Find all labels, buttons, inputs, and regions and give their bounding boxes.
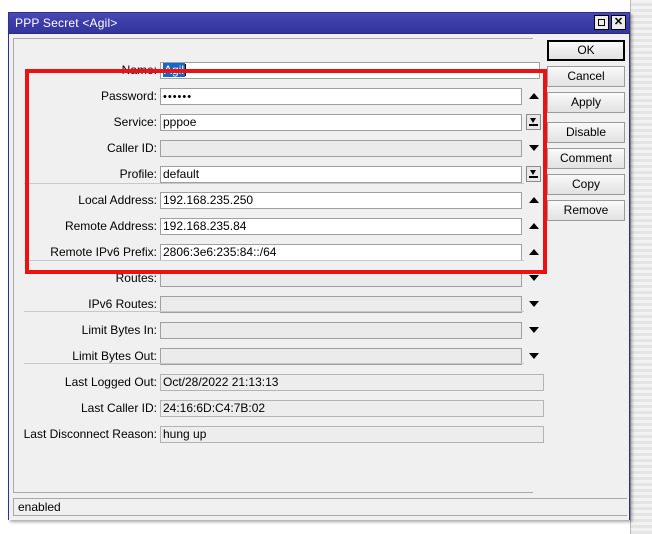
form-row: Remote IPv6 Prefix: 2806:3e6:235:84::/64 [14, 243, 539, 261]
chevron-up-icon[interactable] [527, 89, 540, 102]
field-label: Name: [121, 63, 157, 77]
field-input[interactable] [160, 321, 522, 339]
selected-text: Agil [163, 62, 186, 77]
field-label: Profile: [119, 167, 157, 181]
text-caret [185, 63, 187, 76]
field-input[interactable] [160, 347, 522, 365]
field-input[interactable] [160, 139, 522, 157]
field-value: pppoe [163, 114, 197, 129]
field-label: Password: [100, 89, 157, 103]
field-input[interactable]: 192.168.235.250 [160, 191, 522, 209]
field-label: Last Disconnect Reason: [23, 427, 157, 441]
triangle-glyph [528, 92, 539, 99]
field-label: Service: [113, 115, 157, 129]
triangle-glyph [528, 196, 539, 203]
desktop-strip-right [630, 0, 652, 534]
field-value: •••••• [163, 90, 193, 103]
chevron-up-icon[interactable] [527, 193, 540, 206]
form-row: Name: Agil [14, 61, 540, 79]
field-label: Routes: [115, 271, 157, 285]
separator-2 [24, 260, 524, 261]
field-input[interactable]: 2806:3e6:235:84::/64 [160, 243, 522, 261]
field-label: Last Logged Out: [64, 375, 157, 389]
triangle-glyph [528, 248, 539, 255]
field-value: 192.168.235.84 [163, 218, 247, 233]
ppp-secret-dialog: PPP Secret <Agil> ✕ Name: Agil Password: ••… [8, 12, 630, 520]
triangle-glyph [528, 352, 539, 359]
field-value: default [163, 166, 200, 181]
field-input: hung up [160, 425, 544, 443]
form-row: Caller ID: [14, 139, 539, 157]
chevron-down-icon[interactable] [527, 297, 540, 310]
separator-4 [24, 363, 524, 364]
field-input[interactable]: default [160, 165, 522, 183]
triangle-glyph [528, 326, 539, 333]
form-row: Last Logged Out: Oct/28/2022 21:13:13 [14, 373, 544, 391]
maximize-square-glyph [598, 19, 605, 26]
triangle-glyph [528, 274, 539, 281]
form-row: Service: pppoe [14, 113, 541, 131]
field-input[interactable]: •••••• [160, 87, 522, 105]
chevron-down-icon[interactable] [527, 349, 540, 362]
field-input: 24:16:6D:C4:7B:02 [160, 399, 544, 417]
separator-3 [24, 311, 524, 312]
form-row: Password: •••••• [14, 87, 539, 105]
field-input[interactable] [160, 269, 522, 287]
form-row: Profile: default [14, 165, 541, 183]
form-panel: Name: Agil Password: •••••• Service: pppoe Cal… [13, 38, 544, 493]
triangle-glyph [528, 222, 539, 229]
form-row: Last Caller ID: 24:16:6D:C4:7B:02 [14, 399, 544, 417]
dropdown-button[interactable] [526, 114, 541, 130]
chevron-up-icon[interactable] [527, 219, 540, 232]
field-label: Last Caller ID: [80, 401, 157, 415]
ok-button[interactable]: OK [547, 40, 625, 61]
comment-button[interactable]: Comment [547, 148, 625, 169]
title-bar-buttons: ✕ [594, 15, 626, 30]
field-input[interactable]: Agil [160, 61, 540, 79]
status-bar: enabled [13, 498, 627, 516]
chevron-up-icon[interactable] [527, 245, 540, 258]
chevron-down-bar-icon [529, 169, 538, 179]
chevron-down-bar-icon [529, 117, 538, 127]
separator-1 [24, 183, 524, 184]
field-input[interactable] [160, 295, 522, 313]
field-input: Oct/28/2022 21:13:13 [160, 373, 544, 391]
field-value: 192.168.235.250 [163, 192, 254, 207]
chevron-down-icon[interactable] [527, 141, 540, 154]
remove-button[interactable]: Remove [547, 200, 625, 221]
form-row: Remote Address: 192.168.235.84 [14, 217, 539, 235]
field-value: 24:16:6D:C4:7B:02 [163, 400, 266, 415]
field-label: Remote Address: [64, 219, 157, 233]
close-x-glyph: ✕ [613, 16, 624, 28]
triangle-glyph [528, 144, 539, 151]
chevron-down-icon[interactable] [527, 271, 540, 284]
field-input[interactable]: 192.168.235.84 [160, 217, 522, 235]
maximize-icon[interactable] [594, 15, 609, 30]
field-input[interactable]: pppoe [160, 113, 522, 131]
close-icon[interactable]: ✕ [611, 15, 626, 30]
field-label: Limit Bytes In: [81, 323, 157, 337]
apply-button[interactable]: Apply [547, 92, 625, 113]
window-title: PPP Secret <Agil> [15, 16, 118, 30]
field-value: Oct/28/2022 21:13:13 [163, 374, 279, 389]
form-row: Local Address: 192.168.235.250 [14, 191, 539, 209]
dialog-buttons: OK Cancel Apply Disable Comment Copy Remove [547, 40, 625, 226]
disable-button[interactable]: Disable [547, 122, 625, 143]
field-label: Caller ID: [106, 141, 157, 155]
triangle-glyph [528, 300, 539, 307]
form-row: Limit Bytes In: [14, 321, 539, 339]
title-bar[interactable]: PPP Secret <Agil> ✕ [9, 13, 629, 34]
field-label: Local Address: [78, 193, 157, 207]
dialog-client-area: Name: Agil Password: •••••• Service: pppoe Cal… [9, 34, 629, 520]
field-label: Remote IPv6 Prefix: [50, 245, 157, 259]
cancel-button[interactable]: Cancel [547, 66, 625, 87]
chevron-down-icon[interactable] [527, 323, 540, 336]
form-row: Routes: [14, 269, 539, 287]
field-value: hung up [163, 426, 207, 441]
dropdown-button[interactable] [526, 166, 541, 182]
field-value: 2806:3e6:235:84::/64 [163, 244, 277, 259]
copy-button[interactable]: Copy [547, 174, 625, 195]
form-row: Last Disconnect Reason: hung up [14, 425, 544, 443]
